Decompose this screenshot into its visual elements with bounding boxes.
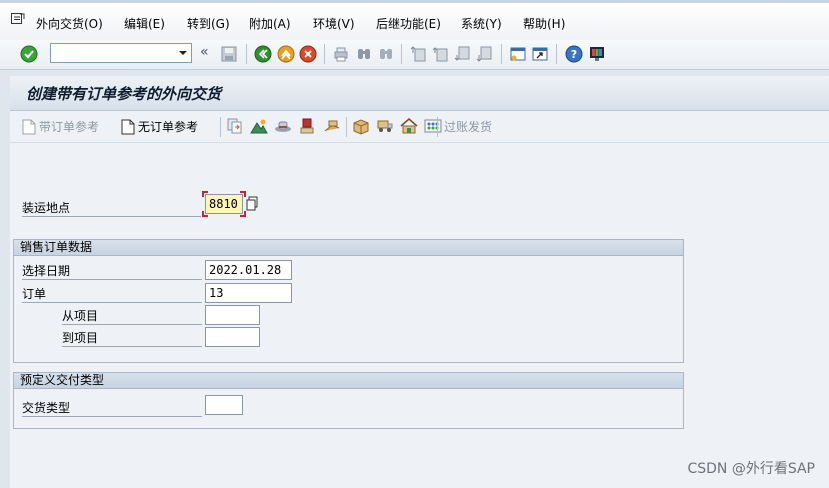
menu-system[interactable]: 系统(Y) [461, 15, 502, 32]
required-marker [240, 211, 246, 217]
menu-goto[interactable]: 转到(G) [187, 15, 230, 32]
page-title: 创建带有订单参考的外向交货 [26, 85, 222, 103]
warehouse-icon[interactable] [400, 117, 418, 135]
shipping-point-value: 8810 [209, 197, 238, 211]
menu-bar: 外向交货(O) 编辑(E) 转到(G) 附加(A) 环境(V) 后继功能(E) … [0, 0, 829, 40]
shipping-point-field[interactable]: 8810 [205, 194, 243, 214]
selection-date-value: 2022.01.28 [209, 263, 282, 277]
prev-page-icon[interactable] [432, 45, 450, 63]
toolbar-separator [501, 44, 502, 64]
menu-help[interactable]: 帮助(H) [523, 15, 565, 32]
with-order-reference-label: 带订单参考 [39, 120, 100, 134]
toolbar-separator [246, 44, 247, 64]
find-icon[interactable] [355, 45, 373, 63]
transport-icon[interactable] [376, 117, 394, 135]
menu-environment[interactable]: 环境(V) [313, 15, 355, 32]
next-page-icon[interactable] [454, 45, 472, 63]
post-goods-issue-label: 过账发货 [444, 120, 493, 134]
watermark-text: CSDN @外行看SAP [687, 461, 815, 477]
left-border [0, 70, 10, 488]
mountain-icon[interactable] [250, 117, 268, 135]
document-icon [22, 119, 36, 134]
search-help-icon[interactable] [246, 196, 259, 211]
required-marker [202, 211, 208, 217]
delivery-type-group: 预定义交付类型 交货类型 [13, 372, 684, 429]
order-value: 13 [209, 286, 224, 300]
exit-icon[interactable] [277, 45, 295, 63]
menu-edit[interactable]: 编辑(E) [124, 15, 165, 32]
to-item-label: 到项目 [62, 329, 202, 347]
command-field[interactable] [50, 43, 192, 63]
copy-document-icon[interactable] [226, 117, 244, 135]
stamp-icon[interactable] [298, 117, 316, 135]
menu-outbound-delivery[interactable]: 外向交货(O) [36, 15, 103, 32]
selection-date-field[interactable]: 2022.01.28 [205, 260, 292, 280]
cancel-icon[interactable] [299, 45, 317, 63]
customize-layout-icon[interactable] [588, 45, 606, 63]
without-order-reference-label: 无订单参考 [138, 120, 199, 134]
from-item-field[interactable] [205, 305, 260, 325]
hand-truck-icon[interactable] [323, 117, 341, 135]
chevron-down-icon[interactable] [175, 44, 191, 62]
save-icon[interactable] [220, 45, 238, 63]
from-item-label: 从项目 [62, 307, 202, 325]
find-next-icon[interactable] [377, 45, 395, 63]
delivery-type-header: 预定义交付类型 [14, 373, 683, 389]
selection-date-label: 选择日期 [22, 262, 202, 280]
toolbar-separator [437, 117, 438, 137]
print-icon[interactable] [332, 45, 350, 63]
post-goods-issue-button[interactable]: 过账发货 [444, 118, 492, 135]
with-order-reference-button[interactable]: 带订单参考 [22, 118, 99, 135]
shipping-point-label: 装运地点 [22, 199, 201, 217]
svg-text:?: ? [571, 48, 577, 61]
order-field[interactable]: 13 [205, 283, 292, 303]
toolbar-separator [324, 44, 325, 64]
new-session-icon[interactable] [509, 45, 527, 63]
main-content: 装运地点 8810 销售订单数据 选择日期 2022.01.28 订单 13 从… [10, 143, 829, 488]
shortcut-icon[interactable] [531, 45, 549, 63]
delivery-type-field[interactable] [205, 395, 243, 415]
matrix-icon[interactable] [424, 117, 442, 135]
sales-order-data-group: 销售订单数据 选择日期 2022.01.28 订单 13 从项目 到项目 [13, 239, 684, 363]
back-icon[interactable] [254, 45, 272, 63]
last-page-icon[interactable] [476, 45, 494, 63]
package-icon[interactable] [352, 117, 370, 135]
help-icon[interactable]: ? [565, 45, 583, 63]
menu-subsequent-functions[interactable]: 后继功能(E) [376, 15, 441, 32]
toolbar-separator [346, 117, 347, 137]
toolbar-separator [401, 44, 402, 64]
sales-order-data-header: 销售订单数据 [14, 240, 683, 256]
delivery-type-label: 交货类型 [22, 399, 202, 417]
required-marker [202, 191, 208, 197]
toolbar-separator [556, 44, 557, 64]
hat-icon[interactable] [274, 117, 292, 135]
first-page-icon[interactable] [410, 45, 428, 63]
collapse-command-field-icon[interactable]: « [200, 44, 209, 60]
toolbar-separator [220, 117, 221, 137]
system-menu-icon[interactable] [11, 13, 25, 25]
to-item-field[interactable] [205, 327, 260, 347]
order-label: 订单 [22, 285, 202, 303]
title-bar: 创建带有订单参考的外向交货 [10, 76, 829, 111]
enter-icon[interactable] [20, 45, 38, 63]
application-toolbar: 带订单参考 无订单参考 过账发货 [10, 111, 829, 143]
menu-extras[interactable]: 附加(A) [249, 15, 291, 32]
standard-toolbar: « ? [0, 40, 829, 70]
without-order-reference-button[interactable]: 无订单参考 [121, 118, 198, 135]
document-icon [121, 119, 135, 134]
